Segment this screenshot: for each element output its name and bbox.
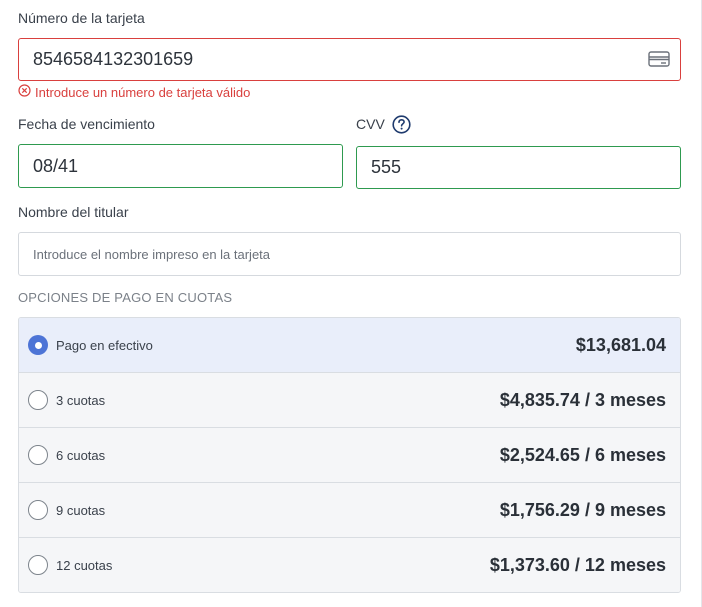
expiry-label: Fecha de vencimiento [18,116,155,132]
installments-options: Pago en efectivo $13,681.04 3 cuotas $4,… [18,317,681,593]
installment-option-6[interactable]: 6 cuotas $2,524.65 / 6 meses [19,427,680,482]
holder-name-label: Nombre del titular [18,204,129,220]
holder-name-input[interactable] [19,233,680,275]
radio-button[interactable] [28,555,48,575]
installments-title: OPCIONES DE PAGO EN CUOTAS [18,290,233,305]
option-price: $4,835.74 / 3 meses [499,389,666,410]
credit-card-icon [648,50,670,68]
option-label: 6 cuotas [56,447,106,463]
radio-button-selected[interactable] [28,335,48,355]
installment-option-9[interactable]: 9 cuotas $1,756.29 / 9 meses [19,482,680,537]
holder-name-field-wrapper [18,232,681,276]
payment-form: Número de la tarjeta Introduce un número… [0,0,702,607]
card-number-error: Introduce un número de tarjeta válido [18,84,250,100]
cvv-label: CVV [356,116,385,132]
radio-button[interactable] [28,445,48,465]
option-price: $13,681.04 [575,334,666,355]
radio-button[interactable] [28,390,48,410]
cvv-field-wrapper [356,146,681,189]
option-price: $1,756.29 / 9 meses [499,499,666,520]
option-label: Pago en efectivo [56,337,153,353]
card-number-error-text: Introduce un número de tarjeta válido [35,84,251,100]
expiry-field-wrapper [18,144,343,188]
expiry-input[interactable] [19,145,342,187]
error-circle-icon [18,84,35,100]
installment-option-cash[interactable]: Pago en efectivo $13,681.04 [19,318,680,372]
card-number-input[interactable] [19,39,680,80]
option-label: 3 cuotas [56,392,106,408]
installment-option-3[interactable]: 3 cuotas $4,835.74 / 3 meses [19,372,680,427]
cvv-input[interactable] [357,147,680,188]
question-circle-icon[interactable] [392,115,411,134]
option-price: $2,524.65 / 6 meses [499,444,666,465]
option-price: $1,373.60 / 12 meses [489,554,666,575]
card-number-label: Número de la tarjeta [18,10,145,26]
radio-button[interactable] [28,500,48,520]
option-label: 9 cuotas [56,502,106,518]
installment-option-12[interactable]: 12 cuotas $1,373.60 / 12 meses [19,537,680,592]
option-label: 12 cuotas [56,557,113,573]
card-number-field-wrapper [18,38,681,81]
